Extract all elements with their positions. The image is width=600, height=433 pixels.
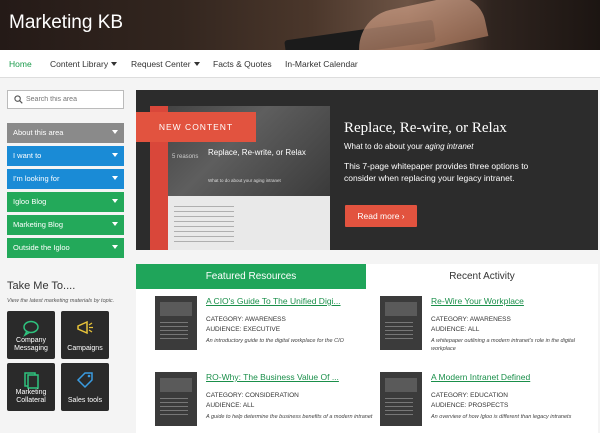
resource-thumbnail[interactable] [155,296,197,350]
thumb-photo [385,378,417,392]
banner-hand-image [351,0,489,50]
hero-description: This 7-page whitepaper provides three op… [344,161,529,183]
resource-category: CATEGORY: AWARENESS [206,316,286,323]
new-content-ribbon: NEW CONTENT [136,112,256,142]
resource-audience: AUDIENCE: PROSPECTS [431,402,509,409]
chevron-down-icon [111,62,118,66]
chevron-down-icon [112,153,118,157]
thumb-lines [160,322,188,342]
sidebar-nav: About this area I want to I'm looking fo… [7,123,124,258]
topic-tiles: Company Messaging Campaigns Marketing Co… [7,311,124,411]
chevron-down-icon [112,222,118,226]
chevron-down-icon [112,176,118,180]
tab-recent-activity[interactable]: Recent Activity [366,264,598,289]
tile-label: Campaigns [67,345,103,352]
search-input[interactable] [26,93,121,106]
sidebar-item-i-want-to[interactable]: I want to [7,146,124,166]
resource-category: CATEGORY: AWARENESS [431,316,511,323]
resource-category: CATEGORY: EDUCATION [431,392,508,399]
search-box [7,90,124,109]
thumb-photo [160,302,192,316]
cover-text-lines [174,206,234,246]
thumb-photo [385,302,417,316]
tag-icon [76,372,93,389]
resource-title-link[interactable]: A Modern Intranet Defined [431,372,599,382]
sidebar-item-igloo-blog[interactable]: Igloo Blog [7,192,124,212]
resource-title-link[interactable]: Re-Wire Your Workplace [431,296,599,306]
resource-audience: AUDIENCE: ALL [431,326,480,333]
tile-label: Sales tools [67,397,103,404]
cover-title: Replace, Re-write, or Relax [208,148,306,157]
resource-tabs: Featured Resources Recent Activity [136,264,598,289]
thumb-lines [385,322,413,342]
sidebar-item-looking-for[interactable]: I'm looking for [7,169,124,189]
nav-content-library[interactable]: Content Library [50,50,118,78]
take-me-title: Take Me To.... [7,280,76,292]
tab-featured-resources[interactable]: Featured Resources [136,264,366,289]
sidebar-item-outside-igloo[interactable]: Outside the Igloo [7,238,124,258]
documents-icon [24,372,39,389]
resource-audience: AUDIENCE: ALL [206,402,255,409]
resource-panel: A CIO's Guide To The Unified Digi... CAT… [136,289,598,433]
sidebar: About this area I want to I'm looking fo… [7,90,124,411]
tile-campaigns[interactable]: Campaigns [61,311,109,359]
tile-label: Marketing Collateral [15,389,47,404]
chevron-down-icon [193,62,200,66]
hero-subtitle: What to do about your aging intranet [344,142,474,151]
cover-subtitle: What to do about your aging intranet [208,178,281,183]
hero-banner: 5 reasons Replace, Re-write, or Relax Wh… [136,90,598,250]
resource-description: A guide to help determine the business b… [206,414,373,420]
search-icon [14,95,23,104]
nav-facts-quotes[interactable]: Facts & Quotes [213,50,272,78]
cover-small-text: 5 reasons [172,154,199,160]
resource-category: CATEGORY: CONSIDERATION [206,392,299,399]
resource-title-link[interactable]: RO-Why: The Business Value Of ... [206,372,374,382]
resource-description: An introductory guide to the digital wor… [206,338,344,344]
nav-home[interactable]: Home [9,50,32,78]
speech-bubble-icon [23,320,39,337]
tile-company-messaging[interactable]: Company Messaging [7,311,55,359]
nav-request-center[interactable]: Request Center [131,50,200,78]
tile-marketing-collateral[interactable]: Marketing Collateral [7,363,55,411]
tile-sales-tools[interactable]: Sales tools [61,363,109,411]
resource-description: An overview of how Igloo is different th… [431,414,572,420]
chevron-down-icon [112,130,118,134]
take-me-subtitle: View the latest marketing materials by t… [7,298,115,304]
read-more-button[interactable]: Read more › [345,205,417,227]
site-banner: Marketing KB [0,0,600,50]
chevron-down-icon [112,245,118,249]
thumb-lines [385,398,413,418]
chevron-down-icon [112,199,118,203]
hero-title: Replace, Re-wire, or Relax [344,120,507,136]
tile-label: Company Messaging [14,337,48,352]
thumb-photo [160,378,192,392]
megaphone-icon [77,320,93,335]
main-navbar: Home Content Library Request Center Fact… [0,50,600,78]
resource-description: A whitepaper outlining a modern intranet… [431,338,575,352]
resource-audience: AUDIENCE: EXECUTIVE [206,326,281,333]
resource-thumbnail[interactable] [380,372,422,426]
thumb-lines [160,398,188,418]
nav-in-market-calendar[interactable]: In-Market Calendar [285,50,358,78]
sidebar-item-about[interactable]: About this area [7,123,124,143]
resource-title-link[interactable]: A CIO's Guide To The Unified Digi... [206,296,374,306]
sidebar-item-marketing-blog[interactable]: Marketing Blog [7,215,124,235]
site-title[interactable]: Marketing KB [9,12,123,34]
resource-thumbnail[interactable] [155,372,197,426]
resource-thumbnail[interactable] [380,296,422,350]
